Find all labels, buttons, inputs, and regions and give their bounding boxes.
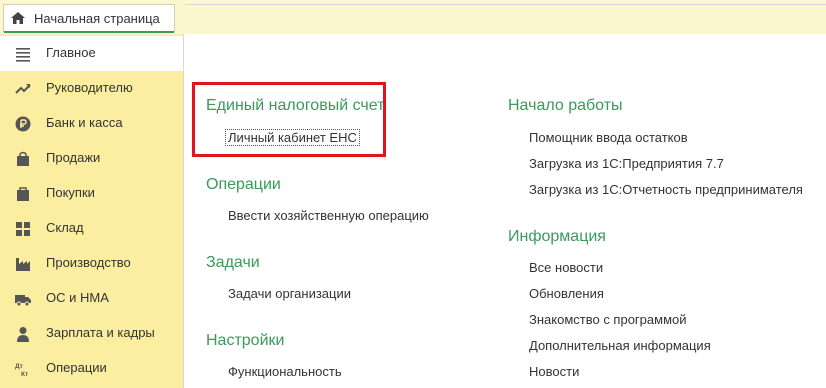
tab-strip: Начальная страница — [0, 0, 826, 34]
sidebar-item-label: Производство — [46, 255, 131, 270]
home-icon — [11, 12, 25, 24]
trend-up-icon — [15, 84, 31, 94]
sidebar-item-label: Зарплата и кадры — [46, 325, 155, 340]
section-title-settings: Настройки — [206, 332, 285, 349]
link-balance-assistant[interactable]: Помощник ввода остатков — [529, 130, 688, 145]
link-enter-operation[interactable]: Ввести хозяйственную операцию — [228, 208, 429, 223]
link-extra-info[interactable]: Дополнительная информация — [529, 338, 711, 353]
link-functionality[interactable]: Функциональность — [228, 364, 342, 379]
highlight-frame — [192, 82, 386, 157]
sidebar-item-label: Покупки — [46, 185, 95, 200]
sidebar-item-label: Банк и касса — [46, 115, 123, 130]
truck-icon — [15, 295, 31, 307]
factory-icon — [16, 258, 30, 271]
sidebar-item-operations[interactable]: Дт Кт Операции — [0, 351, 183, 386]
section-title-tasks: Задачи — [206, 254, 260, 271]
content-top-border — [185, 4, 826, 5]
menu-lines-icon — [16, 48, 30, 62]
link-updates[interactable]: Обновления — [529, 286, 604, 301]
link-org-tasks[interactable]: Задачи организации — [228, 286, 351, 301]
shopping-bag-icon — [17, 151, 29, 166]
sidebar-item-warehouse[interactable]: Склад — [0, 211, 183, 246]
sidebar-item-sales[interactable]: Продажи — [0, 141, 183, 176]
sidebar-item-label: Операции — [46, 360, 107, 375]
sidebar: Главное Руководителю Банк и касса Продаж… — [0, 34, 184, 388]
sidebar-item-label: Продажи — [46, 150, 101, 165]
link-all-news[interactable]: Все новости — [529, 260, 603, 275]
section-title-operations: Операции — [206, 176, 281, 193]
sidebar-item-label: Главное — [46, 45, 96, 60]
sidebar-item-label: Руководителю — [46, 80, 133, 95]
sidebar-item-manager[interactable]: Руководителю — [0, 71, 183, 106]
sidebar-item-label: Склад — [46, 220, 84, 235]
sidebar-item-main[interactable]: Главное — [0, 36, 183, 71]
sidebar-item-label: ОС и НМА — [46, 290, 109, 305]
tab-active-underline — [4, 31, 174, 33]
shopping-cart-icon — [17, 187, 29, 201]
sidebar-item-production[interactable]: Производство — [0, 246, 183, 281]
warehouse-grid-icon — [16, 222, 30, 236]
link-intro[interactable]: Знакомство с программой — [529, 312, 687, 327]
sidebar-item-salary[interactable]: Зарплата и кадры — [0, 316, 183, 351]
dt-kt-icon: Дт Кт — [15, 363, 28, 377]
tab-home-label: Начальная страница — [34, 11, 160, 26]
app-window: Начальная страница Главное Руководителю — [0, 0, 826, 388]
svg-text:Дт: Дт — [15, 363, 23, 370]
ruble-coin-icon — [15, 116, 31, 132]
sidebar-item-purchases[interactable]: Покупки — [0, 176, 183, 211]
svg-text:Кт: Кт — [21, 371, 28, 377]
link-import-reporting[interactable]: Загрузка из 1С:Отчетность предпринимател… — [529, 182, 803, 197]
person-icon — [17, 327, 29, 342]
link-news[interactable]: Новости — [529, 364, 579, 379]
section-title-start: Начало работы — [508, 97, 623, 114]
section-title-info: Информация — [508, 228, 606, 245]
sidebar-item-bank[interactable]: Банк и касса — [0, 106, 183, 141]
sidebar-item-assets[interactable]: ОС и НМА — [0, 281, 183, 316]
tab-home-page[interactable]: Начальная страница — [3, 4, 175, 33]
link-import-77[interactable]: Загрузка из 1С:Предприятия 7.7 — [529, 156, 724, 171]
